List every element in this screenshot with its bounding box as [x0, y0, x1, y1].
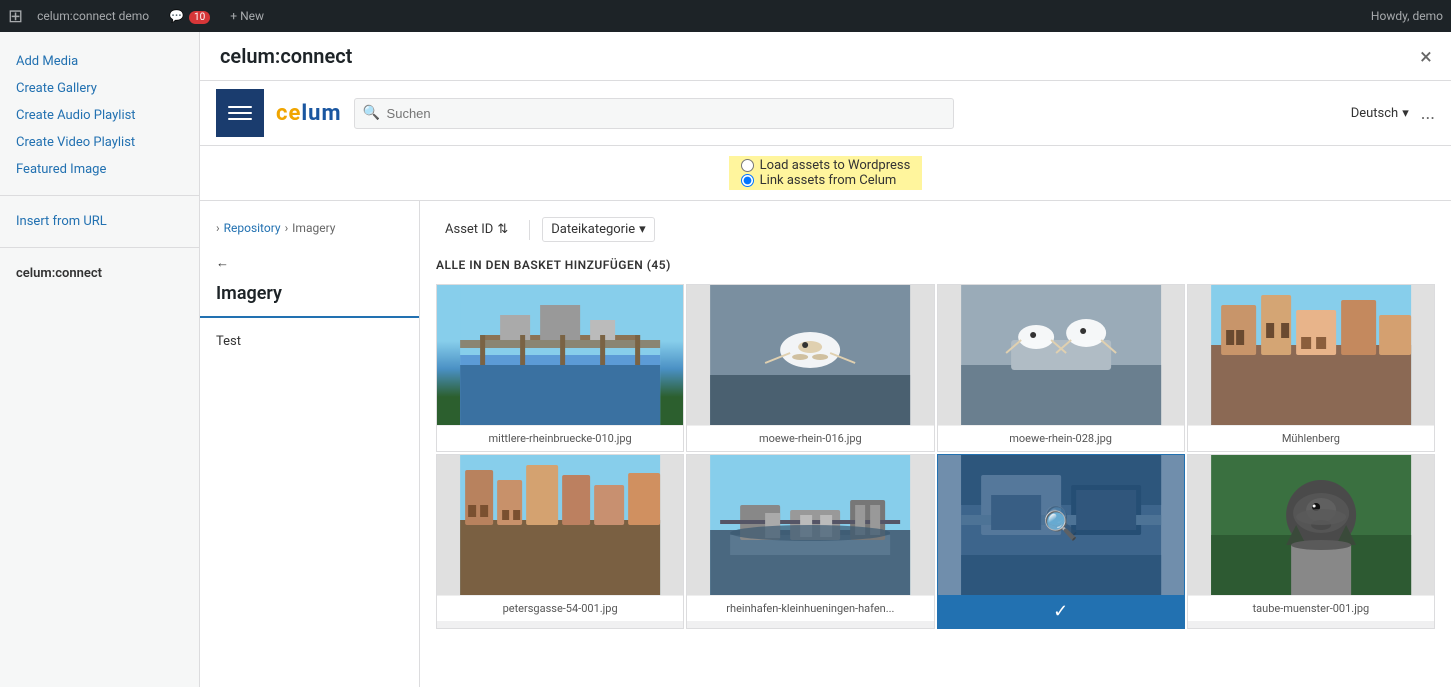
celum-nav-back-button[interactable]: ←	[200, 247, 419, 279]
celum-grid-item-5[interactable]: 🔍 rheinhafen-kleinhueningen-hafen...	[686, 454, 934, 629]
celum-content-area: Asset ID ⇅ Dateikategorie ▾ ALLE IN DEN …	[420, 201, 1451, 687]
admin-bar: ⊞ celum:connect demo 💬 10 + New Howdy, d…	[0, 0, 1451, 32]
sidebar-item-create-audio-playlist[interactable]: Create Audio Playlist	[0, 102, 199, 129]
celum-asset-id-sort[interactable]: Asset ID ⇅	[436, 217, 517, 242]
celum-left-nav: › Repository › Imagery ← Imagery Test	[200, 201, 420, 687]
celum-img-name-3: Mühlenberg	[1188, 425, 1434, 451]
celum-top-right: Deutsch ▾ ...	[1351, 103, 1435, 124]
celum-hamburger-button[interactable]	[216, 89, 264, 137]
celum-breadcrumb: › Repository › Imagery	[200, 217, 419, 247]
celum-grid-item-2[interactable]: 🔍 moewe-rhein-028.jpg	[937, 284, 1185, 452]
celum-language-label: Deutsch	[1351, 106, 1399, 121]
comment-badge: 10	[189, 11, 210, 24]
sidebar-divider	[0, 195, 199, 196]
check-icon: ✓	[1053, 601, 1068, 622]
celum-selected-bar-6: ✓	[938, 595, 1184, 628]
media-modal: Add Media Create Gallery Create Audio Pl…	[0, 32, 1451, 687]
breadcrumb-sep-1: ›	[216, 221, 220, 235]
celum-basket-link[interactable]: ALLE IN DEN BASKET HINZUFÜGEN (45)	[436, 258, 1435, 272]
sidebar-item-celum-connect[interactable]: celum:connect	[0, 260, 199, 287]
zoom-icon: 🔍	[1043, 509, 1078, 542]
celum-image-wrapper-1: 🔍	[687, 285, 933, 425]
sidebar-divider-2	[0, 247, 199, 248]
chevron-down-icon: ▾	[1402, 106, 1409, 121]
celum-radio-bar: Load assets to Wordpress Link assets fro…	[200, 146, 1451, 201]
celum-body: › Repository › Imagery ← Imagery Test	[200, 201, 1451, 687]
load-assets-label: Load assets to Wordpress	[760, 158, 911, 173]
breadcrumb-repository-link[interactable]: Repository	[224, 221, 281, 235]
celum-image-wrapper-7: 🔍	[1188, 455, 1434, 595]
celum-radio-options-wrapper: Load assets to Wordpress Link assets fro…	[729, 156, 923, 190]
celum-image-wrapper-2: 🔍	[938, 285, 1184, 425]
celum-search-bar: 🔍	[354, 98, 954, 129]
celum-grid-item-3[interactable]: 🔍 Mühlenberg	[1187, 284, 1435, 452]
search-icon: 🔍	[363, 105, 380, 121]
celum-language-selector[interactable]: Deutsch ▾	[1351, 106, 1409, 121]
sidebar-item-create-video-playlist[interactable]: Create Video Playlist	[0, 129, 199, 156]
admin-bar-user-greeting[interactable]: Howdy, demo	[1371, 9, 1443, 23]
celum-grid-item-4[interactable]: 🔍 petersgasse-54-001.jpg	[436, 454, 684, 629]
celum-img-name-4: petersgasse-54-001.jpg	[437, 595, 683, 621]
celum-image-wrapper-4: 🔍	[437, 455, 683, 595]
celum-radio-load-assets[interactable]: Load assets to Wordpress	[741, 158, 911, 173]
load-assets-radio[interactable]	[741, 159, 754, 172]
celum-radio-link-assets[interactable]: Link assets from Celum	[741, 173, 911, 188]
media-modal-sidebar: Add Media Create Gallery Create Audio Pl…	[0, 32, 200, 687]
celum-search-input[interactable]	[354, 98, 954, 129]
celum-container: celum 🔍 Deutsch ▾ ...	[200, 81, 1451, 687]
celum-toolbar: Asset ID ⇅ Dateikategorie ▾	[436, 217, 1435, 242]
sidebar-item-insert-from-url[interactable]: Insert from URL	[0, 208, 199, 235]
sidebar-item-add-media[interactable]: Add Media	[0, 48, 199, 75]
chevron-down-icon-filter: ▾	[639, 222, 646, 237]
celum-image-wrapper-3: 🔍	[1188, 285, 1434, 425]
celum-more-options-button[interactable]: ...	[1421, 103, 1435, 124]
celum-image-wrapper-5: 🔍	[687, 455, 933, 595]
celum-img-name-0: mittlere-rheinbruecke-010.jpg	[437, 425, 683, 451]
modal-title: celum:connect	[200, 32, 1451, 81]
breadcrumb-current: Imagery	[292, 221, 335, 235]
admin-bar-new[interactable]: + New	[224, 9, 270, 23]
celum-image-grid: 🔍 mittlere-rheinbruecke-010.jpg	[436, 284, 1435, 629]
selected-overlay-6: 🔍	[938, 455, 1184, 595]
celum-grid-item-1[interactable]: 🔍 moewe-rhein-016.jpg	[686, 284, 934, 452]
celum-top-bar: celum 🔍 Deutsch ▾ ...	[200, 81, 1451, 146]
back-arrow-icon: ←	[216, 255, 229, 271]
breadcrumb-sep-2: ›	[285, 221, 289, 235]
admin-bar-site-name[interactable]: celum:connect demo	[31, 9, 155, 23]
celum-logo: celum	[276, 101, 342, 126]
celum-grid-item-6[interactable]: 🔍 🔍 ✓	[937, 454, 1185, 629]
celum-grid-item-7[interactable]: 🔍 taube-muenster-001.jpg	[1187, 454, 1435, 629]
celum-image-wrapper-6: 🔍 🔍	[938, 455, 1184, 595]
admin-bar-comments[interactable]: 💬 10	[163, 9, 216, 23]
sidebar-item-featured-image[interactable]: Featured Image	[0, 156, 199, 183]
media-main-panel: celum:connect × celum	[200, 32, 1451, 687]
sidebar-item-create-gallery[interactable]: Create Gallery	[0, 75, 199, 102]
wp-logo-icon[interactable]: ⊞	[8, 6, 23, 27]
celum-image-wrapper-0: 🔍	[437, 285, 683, 425]
celum-grid-item-0[interactable]: 🔍 mittlere-rheinbruecke-010.jpg	[436, 284, 684, 452]
celum-img-name-2: moewe-rhein-028.jpg	[938, 425, 1184, 451]
link-assets-radio[interactable]	[741, 174, 754, 187]
celum-img-name-5: rheinhafen-kleinhueningen-hafen...	[687, 595, 933, 621]
media-modal-overlay: Add Media Create Gallery Create Audio Pl…	[0, 32, 1451, 687]
sort-icon: ⇅	[497, 222, 508, 237]
dateikategorie-label: Dateikategorie	[551, 222, 635, 237]
celum-nav-item-test[interactable]: Test	[200, 326, 419, 357]
celum-nav-title: Imagery	[200, 279, 419, 318]
celum-logo-text: ce	[276, 101, 301, 126]
celum-img-name-1: moewe-rhein-016.jpg	[687, 425, 933, 451]
hamburger-icon	[224, 97, 256, 129]
celum-dateikategorie-filter[interactable]: Dateikategorie ▾	[542, 217, 654, 242]
link-assets-label: Link assets from Celum	[760, 173, 897, 188]
asset-id-label: Asset ID	[445, 222, 493, 237]
celum-img-name-7: taube-muenster-001.jpg	[1188, 595, 1434, 621]
modal-close-button[interactable]: ×	[1401, 32, 1451, 82]
toolbar-separator	[529, 220, 530, 240]
